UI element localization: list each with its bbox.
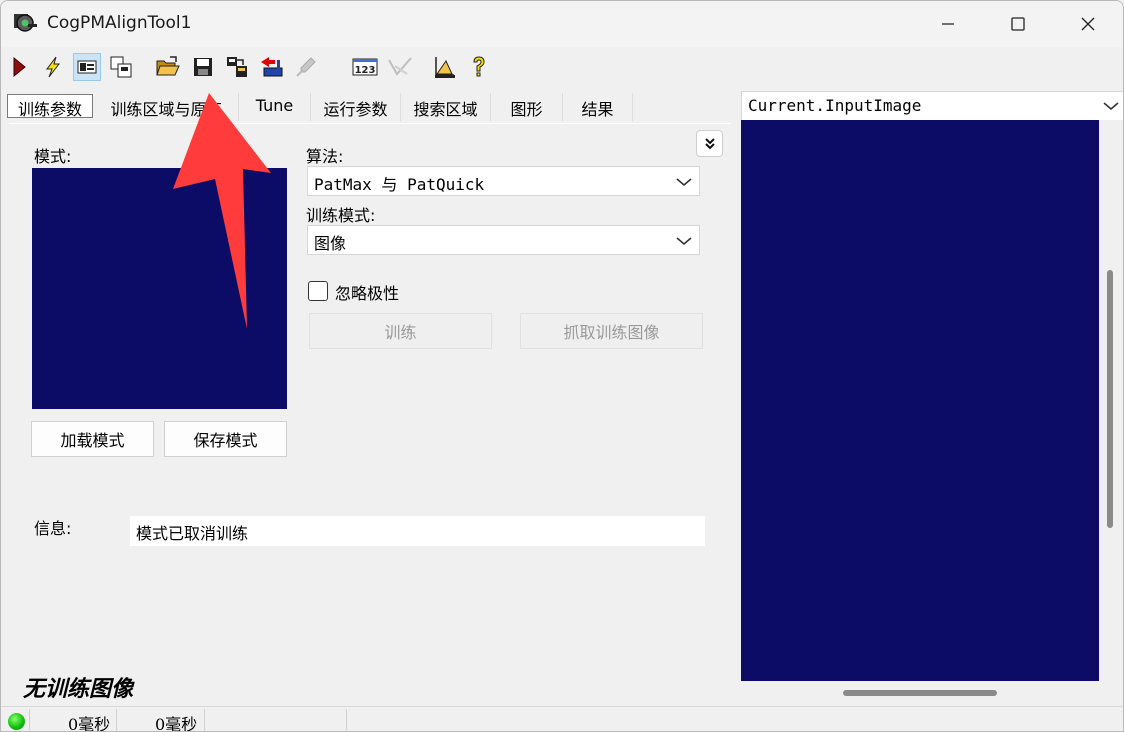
tool-window: CogPMAlignTool1 123 训练参数 训练区域与原点 Tune 运行… [0,0,1124,732]
image-selector[interactable]: Current.InputImage [741,91,1123,121]
open-button[interactable] [154,53,182,81]
status-divider [116,709,117,731]
help-button[interactable] [465,53,493,81]
maximize-button[interactable] [983,1,1053,47]
status-divider [29,709,30,731]
maximize-icon [1011,17,1025,31]
title-bar: CogPMAlignTool1 [1,1,1123,47]
train-mode-value: 图像 [314,234,347,253]
status-bar: 0毫秒 0毫秒 [1,706,1123,732]
import-icon [261,57,283,77]
horizontal-scroll-thumb[interactable] [843,690,997,696]
disabled-tool-icon [296,57,316,77]
status-divider [204,709,205,731]
close-button[interactable] [1053,1,1123,47]
svg-text:123: 123 [355,65,376,76]
horizontal-scrollbar[interactable] [741,681,1099,703]
tab-search-region[interactable]: 搜索区域 [401,93,491,121]
app-icon [13,11,39,37]
settings-button[interactable] [431,53,459,81]
algorithm-label: 算法: [306,147,344,166]
image-selector-value: Current.InputImage [748,96,922,115]
tab-run-params[interactable]: 运行参数 [311,93,401,121]
disabled-graphics-button[interactable] [386,53,414,81]
no-train-image-text: 无训练图像 [23,676,134,702]
close-icon [1081,17,1095,31]
collapse-button[interactable] [696,130,723,157]
settings-icon [435,57,455,78]
run-button[interactable] [5,53,33,81]
train-button[interactable]: 训练 [309,313,492,349]
toolbar: 123 [1,49,1123,87]
grab-train-image-button[interactable]: 抓取训练图像 [520,313,703,349]
load-pattern-button[interactable]: 加载模式 [31,421,154,457]
save-pattern-button[interactable]: 保存模式 [164,421,287,457]
train-mode-label: 训练模式: [306,206,376,225]
show-display-icon [77,60,97,74]
red-arrow-annotation [173,93,271,329]
window-title: CogPMAlignTool1 [47,13,192,33]
import-button[interactable] [258,53,286,81]
chevron-down-icon [676,237,692,246]
minimize-button[interactable] [913,1,983,47]
chevron-down-icon [676,178,692,187]
tab-results[interactable]: 结果 [563,93,633,121]
run-continuous-button[interactable] [39,53,67,81]
train-mode-select[interactable]: 图像 [307,225,700,255]
info-field: 模式已取消训练 [130,516,705,546]
pattern-label: 模式: [34,147,72,166]
floating-window-icon [110,56,132,78]
ignore-polarity-label: 忽略极性 [335,284,400,303]
status-time-2: 0毫秒 [155,715,198,732]
status-led-icon [8,713,25,730]
open-folder-icon [156,56,180,76]
vertical-scroll-thumb[interactable] [1107,270,1113,528]
ignore-polarity-checkbox[interactable] [308,281,328,301]
reset-button[interactable] [223,53,251,81]
tab-graphics[interactable]: 图形 [491,93,563,121]
status-time-1: 0毫秒 [68,715,111,732]
run-icon [13,56,26,78]
algorithm-value: PatMax 与 PatQuick [314,175,485,194]
minimize-icon [942,23,954,25]
info-label: 信息: [34,519,72,538]
disabled-tool-button[interactable] [292,53,320,81]
floating-window-button[interactable] [107,53,135,81]
vertical-scrollbar[interactable] [1099,120,1123,681]
save-icon [194,58,212,76]
reset-icon [227,57,247,77]
algorithm-select[interactable]: PatMax 与 PatQuick [307,166,700,196]
lightning-icon [46,56,61,78]
disabled-graphics-icon [388,57,412,76]
show-display-button[interactable] [73,53,101,81]
help-icon [473,56,485,77]
numeric-button[interactable]: 123 [351,53,379,81]
save-button[interactable] [189,53,217,81]
status-divider [346,709,347,731]
image-display[interactable] [741,120,1099,681]
numeric-icon: 123 [352,58,378,76]
double-chevron-down-icon [704,137,715,149]
tab-train-params[interactable]: 训练参数 [7,94,93,119]
chevron-down-icon [1103,102,1119,111]
tab-strip: 训练参数 训练区域与原点 Tune 运行参数 搜索区域 图形 结果 [1,93,741,121]
